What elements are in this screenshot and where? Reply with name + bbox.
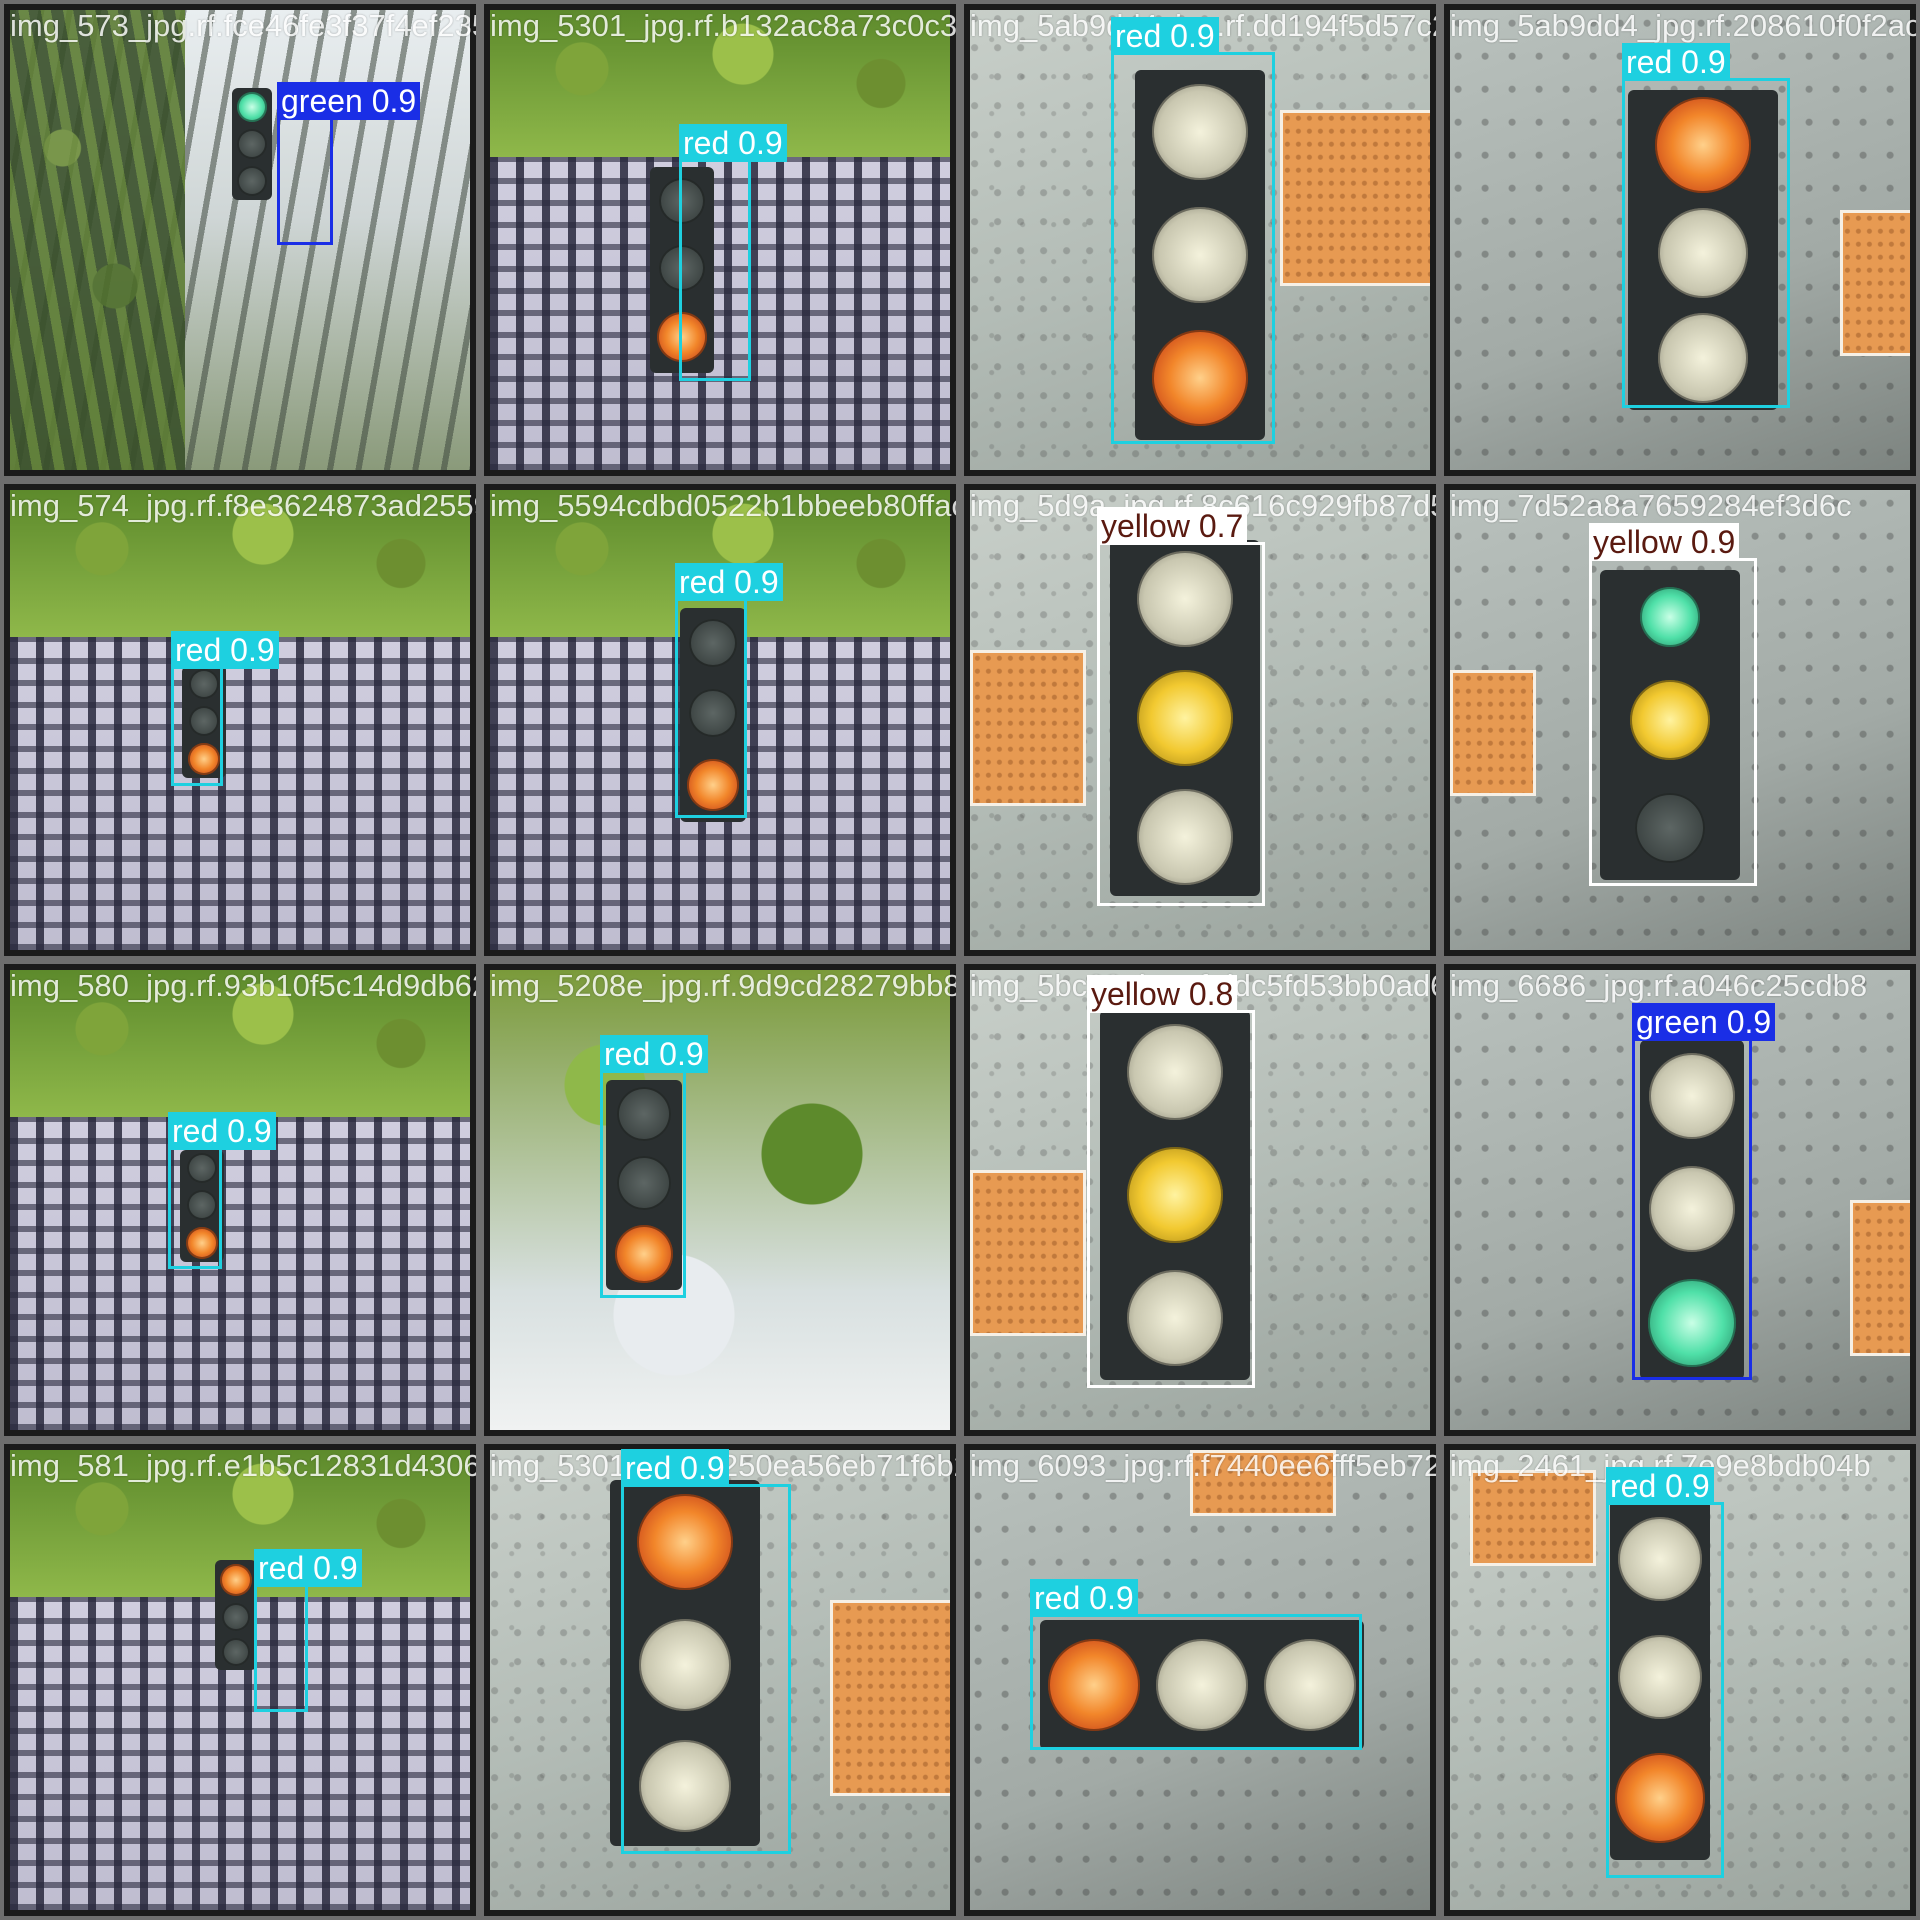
- orange-panel: [830, 1600, 950, 1796]
- lamp: [237, 166, 267, 197]
- detection-label: red 0.9: [1030, 1579, 1138, 1617]
- detection-box: red 0.9: [1606, 1467, 1724, 1878]
- orange-panel: [1450, 670, 1536, 796]
- tile-16: img_2461_jpg.rf.7e9e8bdb04b red 0.9: [1440, 1440, 1920, 1920]
- detection-label: red 0.9: [621, 1449, 729, 1487]
- detection-label: green 0.9: [277, 82, 421, 120]
- tile-7: img_5d9a_jpg.rf.8c616c929fb87d52a6a9769 …: [960, 480, 1440, 960]
- tile-15: img_6093_jpg.rf.f7440ee6fff5eb724 red 0.…: [960, 1440, 1440, 1920]
- detection-label: red 0.9: [675, 563, 783, 601]
- tile-9: img_580_jpg.rf.93b10f5c14d9db62f9ecd9d9c…: [0, 960, 480, 1440]
- detection-box: green 0.9: [277, 82, 421, 245]
- tile-5: img_574_jpg.rf.f8e3624873ad25594c0bd0522…: [0, 480, 480, 960]
- orange-panel: [1190, 1450, 1336, 1516]
- detection-mosaic: img_573_jpg.rf.fce46fe3f37f4ef23591aj19b…: [0, 0, 1920, 1920]
- building-scene: [10, 970, 470, 1430]
- tile-13: img_581_jpg.rf.e1b5c12831d430601 red 0.9: [0, 1440, 480, 1920]
- detection-box: green 0.9: [1632, 1003, 1776, 1380]
- photo-13: [10, 1450, 470, 1910]
- tile-6: img_5594cdbd0522b1bbeeb80ffac0 red 0.9: [480, 480, 960, 960]
- photo-10: [490, 970, 950, 1430]
- tile-1: img_573_jpg.rf.fce46fe3f37f4ef23591aj19b…: [0, 0, 480, 480]
- detection-box: red 0.9: [600, 1035, 708, 1298]
- detection-label: red 0.9: [254, 1549, 362, 1587]
- detection-box: red 0.9: [679, 124, 787, 381]
- detection-box: red 0.9: [675, 563, 783, 818]
- trees-scene: [490, 970, 950, 1430]
- orange-panel: [1470, 1470, 1596, 1566]
- tile-4: img_5ab9dd4_jpg.rf.208610f0f2acb35ebba1c…: [1440, 0, 1920, 480]
- orange-panel: [1280, 110, 1430, 286]
- detection-box: yellow 0.8: [1087, 975, 1255, 1388]
- detection-box: yellow 0.9: [1589, 523, 1757, 886]
- detection-label: yellow 0.9: [1589, 523, 1740, 561]
- photo-5: [10, 490, 470, 950]
- detection-box: red 0.9: [1622, 43, 1790, 408]
- street-scene: [10, 10, 470, 470]
- tile-3: img_5ab9dd4_jpg.rf.dd194f5d57c208610f re…: [960, 0, 1440, 480]
- detection-label: yellow 0.8: [1087, 975, 1238, 1013]
- orange-panel: [1840, 210, 1910, 356]
- orange-panel: [1850, 1200, 1910, 1356]
- tile-14: img_5301_jpg.rf.250ea56eb71f6b2093 red 0…: [480, 1440, 960, 1920]
- detection-label: green 0.9: [1632, 1003, 1776, 1041]
- traffic-light: [215, 1560, 257, 1670]
- traffic-light: [232, 88, 272, 200]
- orange-panel: [970, 650, 1086, 806]
- building-scene: [10, 490, 470, 950]
- tile-10: img_5208e_jpg.rf.9d9cd28279bb82bc red 0.…: [480, 960, 960, 1440]
- tile-11: img_5bc62_jpg.rf.ddc5fd53bb0ad6680 yello…: [960, 960, 1440, 1440]
- tile-2: img_5301_jpg.rf.b132ac8a73c0c35a8fc9dd19…: [480, 0, 960, 480]
- detection-box: red 0.9: [254, 1549, 362, 1712]
- photo-9: [10, 970, 470, 1430]
- tile-12: img_6686_jpg.rf.a046c25cdb8 green 0.9: [1440, 960, 1920, 1440]
- detection-label: red 0.9: [171, 631, 279, 669]
- detection-label: yellow 0.7: [1097, 507, 1248, 545]
- detection-label: red 0.9: [679, 124, 787, 162]
- lamp: [222, 1602, 250, 1631]
- orange-panel: [970, 1170, 1086, 1336]
- detection-box: yellow 0.7: [1097, 507, 1265, 906]
- lamp: [237, 91, 267, 122]
- detection-box: red 0.9: [171, 631, 279, 786]
- lamp: [237, 128, 267, 159]
- detection-label: red 0.9: [1606, 1467, 1714, 1505]
- detection-box: red 0.9: [168, 1112, 276, 1269]
- lamp: [220, 1563, 252, 1596]
- lamp: [222, 1638, 250, 1667]
- detection-label: red 0.9: [600, 1035, 708, 1073]
- detection-box: red 0.9: [621, 1449, 791, 1854]
- tile-8: img_7d52a8a7659284ef3d6c yellow 0.9: [1440, 480, 1920, 960]
- detection-box: red 0.9: [1111, 17, 1275, 444]
- building-scene: [10, 1450, 470, 1910]
- photo-1: [10, 10, 470, 470]
- detection-box: red 0.9: [1030, 1579, 1362, 1750]
- detection-label: red 0.9: [1622, 43, 1730, 81]
- detection-label: red 0.9: [168, 1112, 276, 1150]
- detection-label: red 0.9: [1111, 17, 1219, 55]
